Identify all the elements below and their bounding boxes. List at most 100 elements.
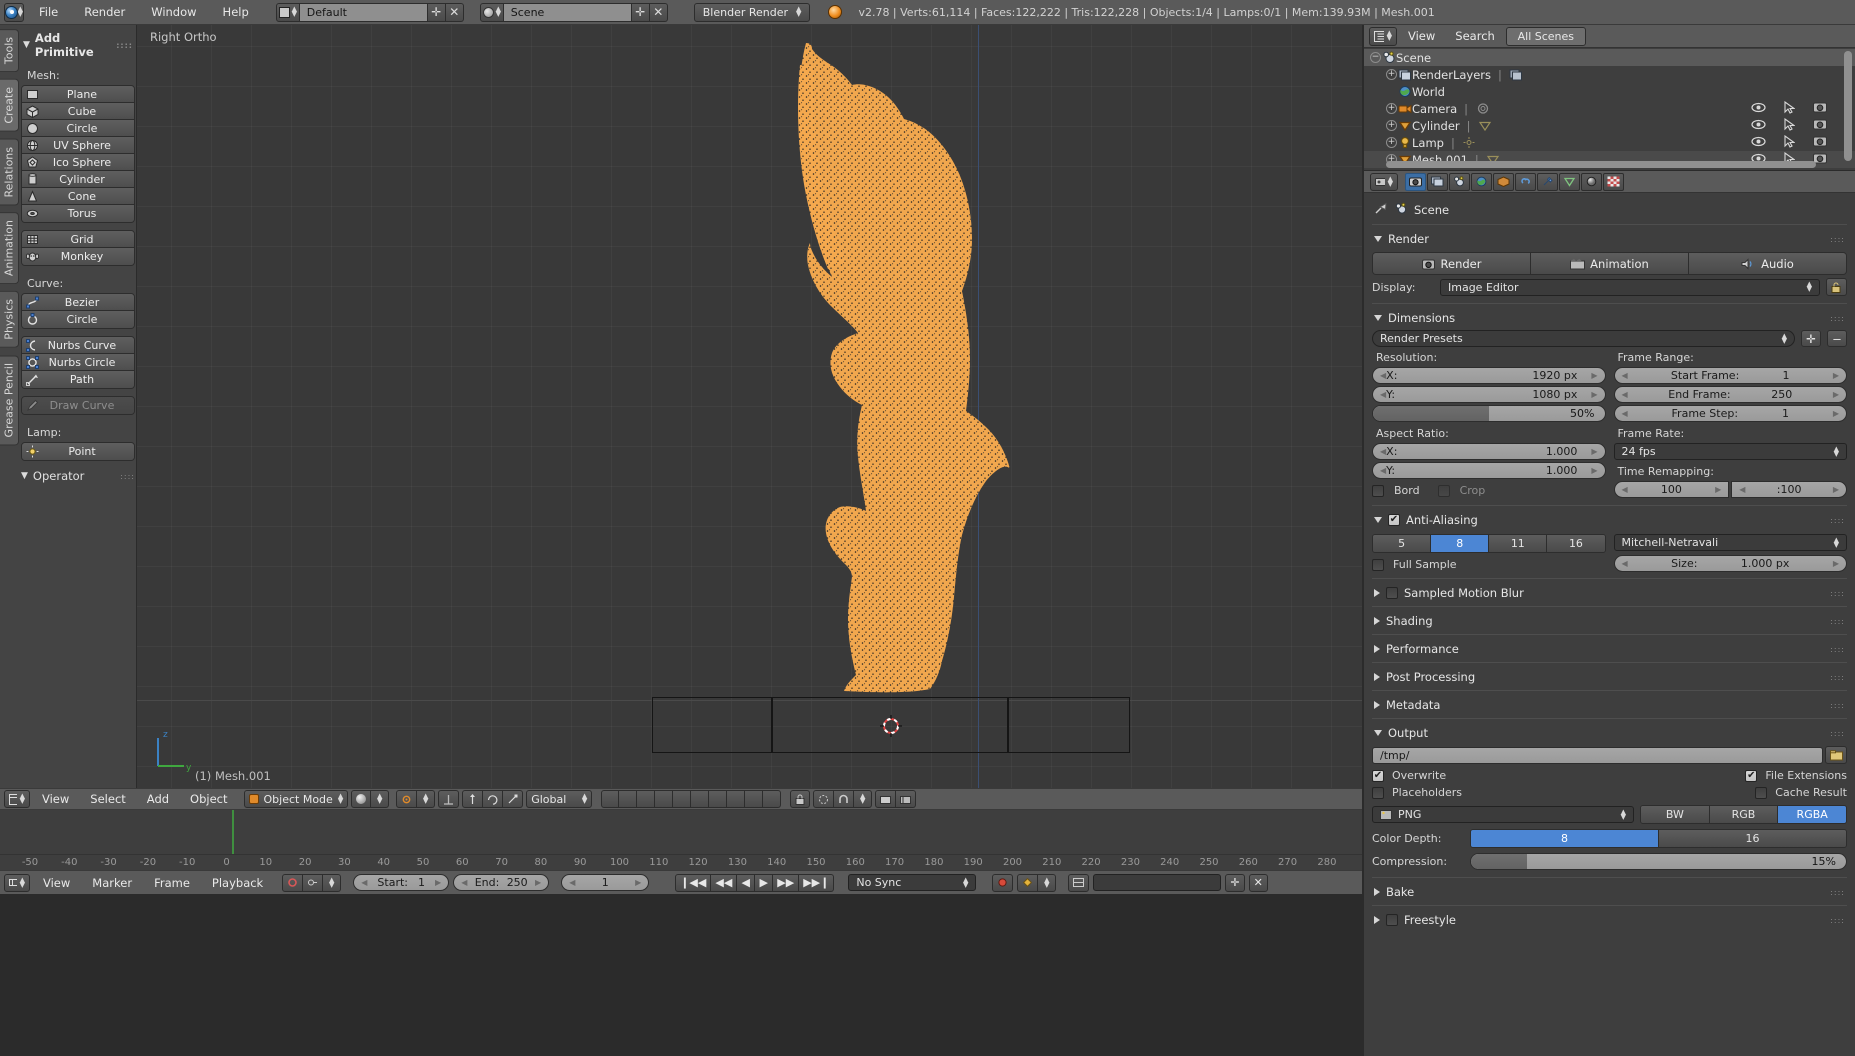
aa-samples-8[interactable]: 8 (1431, 535, 1490, 552)
tab-grease-pencil[interactable]: Grease Pencil (0, 354, 19, 446)
transform-orientation-selector[interactable]: Global ▲ ▼ (526, 790, 593, 808)
post-processing-header[interactable]: Post Processing :::: (1372, 668, 1847, 686)
output-collapse-icon[interactable] (1374, 730, 1382, 736)
layer-buttons-group[interactable] (601, 790, 782, 808)
shading-mode-icon[interactable] (351, 790, 372, 808)
pin-icon[interactable] (1374, 202, 1388, 218)
autokey-group[interactable]: ▲ ▼ (282, 873, 342, 892)
render-presets-selector[interactable]: Render Presets ▲ ▼ (1372, 330, 1795, 347)
jump-to-end-button[interactable]: ▶▶❙ (799, 873, 835, 892)
timeline-editor[interactable]: -50 -40 -30 -20 -10 0 10 20 30 40 50 60 70 80 90 100 110… (0, 810, 1362, 870)
cylinder-mesh-data-icon[interactable] (1478, 119, 1493, 133)
overwrite-checkbox[interactable] (1372, 769, 1384, 782)
add-primitive-header[interactable]: ▼ Add Primitive :::: (21, 27, 135, 65)
operator-collapse-icon[interactable]: ▼ (21, 471, 28, 481)
renderlayers-data-icon[interactable] (1509, 68, 1524, 82)
snap-dropdown-icon[interactable]: ▲ ▼ (854, 790, 873, 808)
add-path-button[interactable]: Path (22, 371, 134, 388)
add-nurbs-curve-button[interactable]: Nurbs Curve (22, 337, 134, 354)
add-bezier-button[interactable]: Bezier (22, 294, 134, 311)
lamp-expand-icon[interactable]: + (1386, 137, 1397, 148)
scene-collapse-icon[interactable]: − (1370, 52, 1381, 63)
shading-header[interactable]: Shading :::: (1372, 612, 1847, 630)
outliner-menu-view[interactable]: View (1399, 27, 1444, 45)
outliner-display-mode-selector[interactable]: All Scenes (1505, 26, 1586, 46)
manipulator-mode-group[interactable] (462, 790, 524, 808)
start-frame-increment-icon[interactable]: ▶ (1833, 371, 1839, 380)
browse-action-icon[interactable] (1068, 873, 1090, 892)
render-engine-selector[interactable]: Blender Render ▲ ▼ (693, 2, 811, 22)
open-folder-icon[interactable] (1825, 746, 1847, 764)
start-frame-decrement-icon[interactable]: ◀ (1622, 371, 1628, 380)
keep-ui-lock-icon[interactable] (1826, 278, 1847, 296)
restrict-select-icon[interactable] (1784, 117, 1796, 134)
render-animation-button[interactable]: Animation (1531, 253, 1689, 274)
snap-magnet-icon[interactable] (834, 790, 855, 808)
add-curve-circle-button[interactable]: Circle (22, 311, 134, 328)
freestyle-expand-icon[interactable] (1374, 916, 1380, 924)
rotate-manipulator-icon[interactable] (483, 790, 504, 808)
restrict-render-icon[interactable] (1813, 135, 1827, 150)
start-frame-prop-field[interactable]: ◀ Start Frame: 1 ▶ (1613, 367, 1847, 384)
properties-editor[interactable]: ▲ ▼ Scene Render:::: Render Animation A… (1363, 171, 1855, 1056)
placeholders-checkbox[interactable] (1372, 786, 1384, 799)
playback-controls[interactable]: ❙◀◀ ◀◀ ◀ ▶ ▶▶ ▶▶❙ (675, 873, 835, 892)
tab-constraints[interactable] (1515, 172, 1536, 191)
aa-size-increment-icon[interactable]: ▶ (1833, 559, 1839, 568)
current-frame-field[interactable]: ◀ 1 ▶ (561, 874, 650, 891)
scene-selector[interactable]: ▲ ▼ Scene ✛ ✕ (479, 2, 668, 22)
end-frame-field[interactable]: ◀ End: 250 ▶ (453, 874, 550, 891)
remap-new-decrement-icon[interactable]: ◀ (1739, 485, 1745, 494)
add-point-lamp-button[interactable]: Point (22, 443, 134, 460)
add-preset-button[interactable]: ✛ (1801, 330, 1821, 347)
antialiasing-size-field[interactable]: ◀ Size: 1.000 px ▶ (1613, 555, 1847, 572)
frame-step-increment-icon[interactable]: ▶ (1833, 409, 1839, 418)
layer-2-button[interactable] (619, 790, 638, 808)
keying-dropdown-icon[interactable]: ▲ ▼ (323, 873, 342, 892)
full-sample-checkbox[interactable] (1372, 558, 1384, 571)
play-reverse-button[interactable]: ◀ (737, 873, 756, 892)
play-button[interactable]: ▶ (755, 873, 774, 892)
camera-expand-icon[interactable]: + (1386, 103, 1397, 114)
jump-to-start-button[interactable]: ❙◀◀ (675, 873, 712, 892)
aspect-x-increment-icon[interactable]: ▶ (1591, 447, 1597, 456)
post-processing-expand-icon[interactable] (1374, 673, 1380, 681)
viewport-menu-select[interactable]: Select (81, 790, 134, 808)
add-torus-button[interactable]: Torus (22, 205, 134, 222)
draw-curve-button[interactable]: Draw Curve (22, 397, 134, 414)
opengl-render-icon[interactable] (875, 790, 897, 808)
frame-step-field[interactable]: ◀ Frame Step: 1 ▶ (1613, 405, 1847, 422)
layer-1-button[interactable] (601, 790, 620, 808)
operator-panel-header[interactable]: ▼ Operator :::: (21, 469, 135, 483)
end-frame-increment-icon[interactable]: ▶ (1833, 390, 1839, 399)
outliner-restrict-cylinder[interactable] (1751, 117, 1827, 134)
dimensions-collapse-icon[interactable] (1374, 315, 1382, 321)
color-mode-rgb[interactable]: RGB (1709, 806, 1779, 823)
viewport-menu-object[interactable]: Object (181, 790, 236, 808)
outliner-row-camera[interactable]: + Camera | (1364, 100, 1855, 117)
keyframe-diamond-icon[interactable] (1017, 873, 1039, 892)
output-path-field[interactable]: /tmp/ (1372, 746, 1823, 764)
time-remap-old-field[interactable]: ◀ 100 ▶ (1613, 481, 1730, 498)
aspect-y-field[interactable]: ◀ Y: 1.000 ▶ (1372, 462, 1606, 479)
color-mode-rgba[interactable]: RGBA (1778, 806, 1846, 823)
jump-to-next-keyframe-button[interactable]: ▶▶ (773, 873, 800, 892)
camera-data-icon[interactable] (1475, 102, 1490, 116)
res-x-increment-icon[interactable]: ▶ (1591, 371, 1597, 380)
properties-editor-type-selector[interactable]: ▲ ▼ (1370, 172, 1398, 191)
crop-checkbox[interactable] (1437, 484, 1450, 497)
aa-samples-5[interactable]: 5 (1373, 535, 1432, 552)
border-checkbox[interactable] (1372, 484, 1384, 497)
res-y-increment-icon[interactable]: ▶ (1591, 390, 1597, 399)
blender-menu-spinner[interactable]: ▲ ▼ (18, 6, 23, 18)
scale-manipulator-icon[interactable] (503, 790, 524, 808)
outliner-editor-type-selector[interactable]: ▲ ▼ (1369, 26, 1397, 46)
lamp-data-icon[interactable] (1462, 136, 1477, 150)
screen-layout-selector[interactable]: ▲ ▼ Default ✛ ✕ (275, 2, 464, 22)
statue-mesh-object[interactable] (0, 25, 1362, 788)
render-preview-group[interactable] (875, 790, 917, 808)
add-cylinder-button[interactable]: Cylinder (22, 171, 134, 188)
tab-relations[interactable]: Relations (0, 138, 19, 206)
layer-7-button[interactable] (709, 790, 728, 808)
timeline-editor-type-selector[interactable]: ▲ ▼ (4, 873, 30, 892)
